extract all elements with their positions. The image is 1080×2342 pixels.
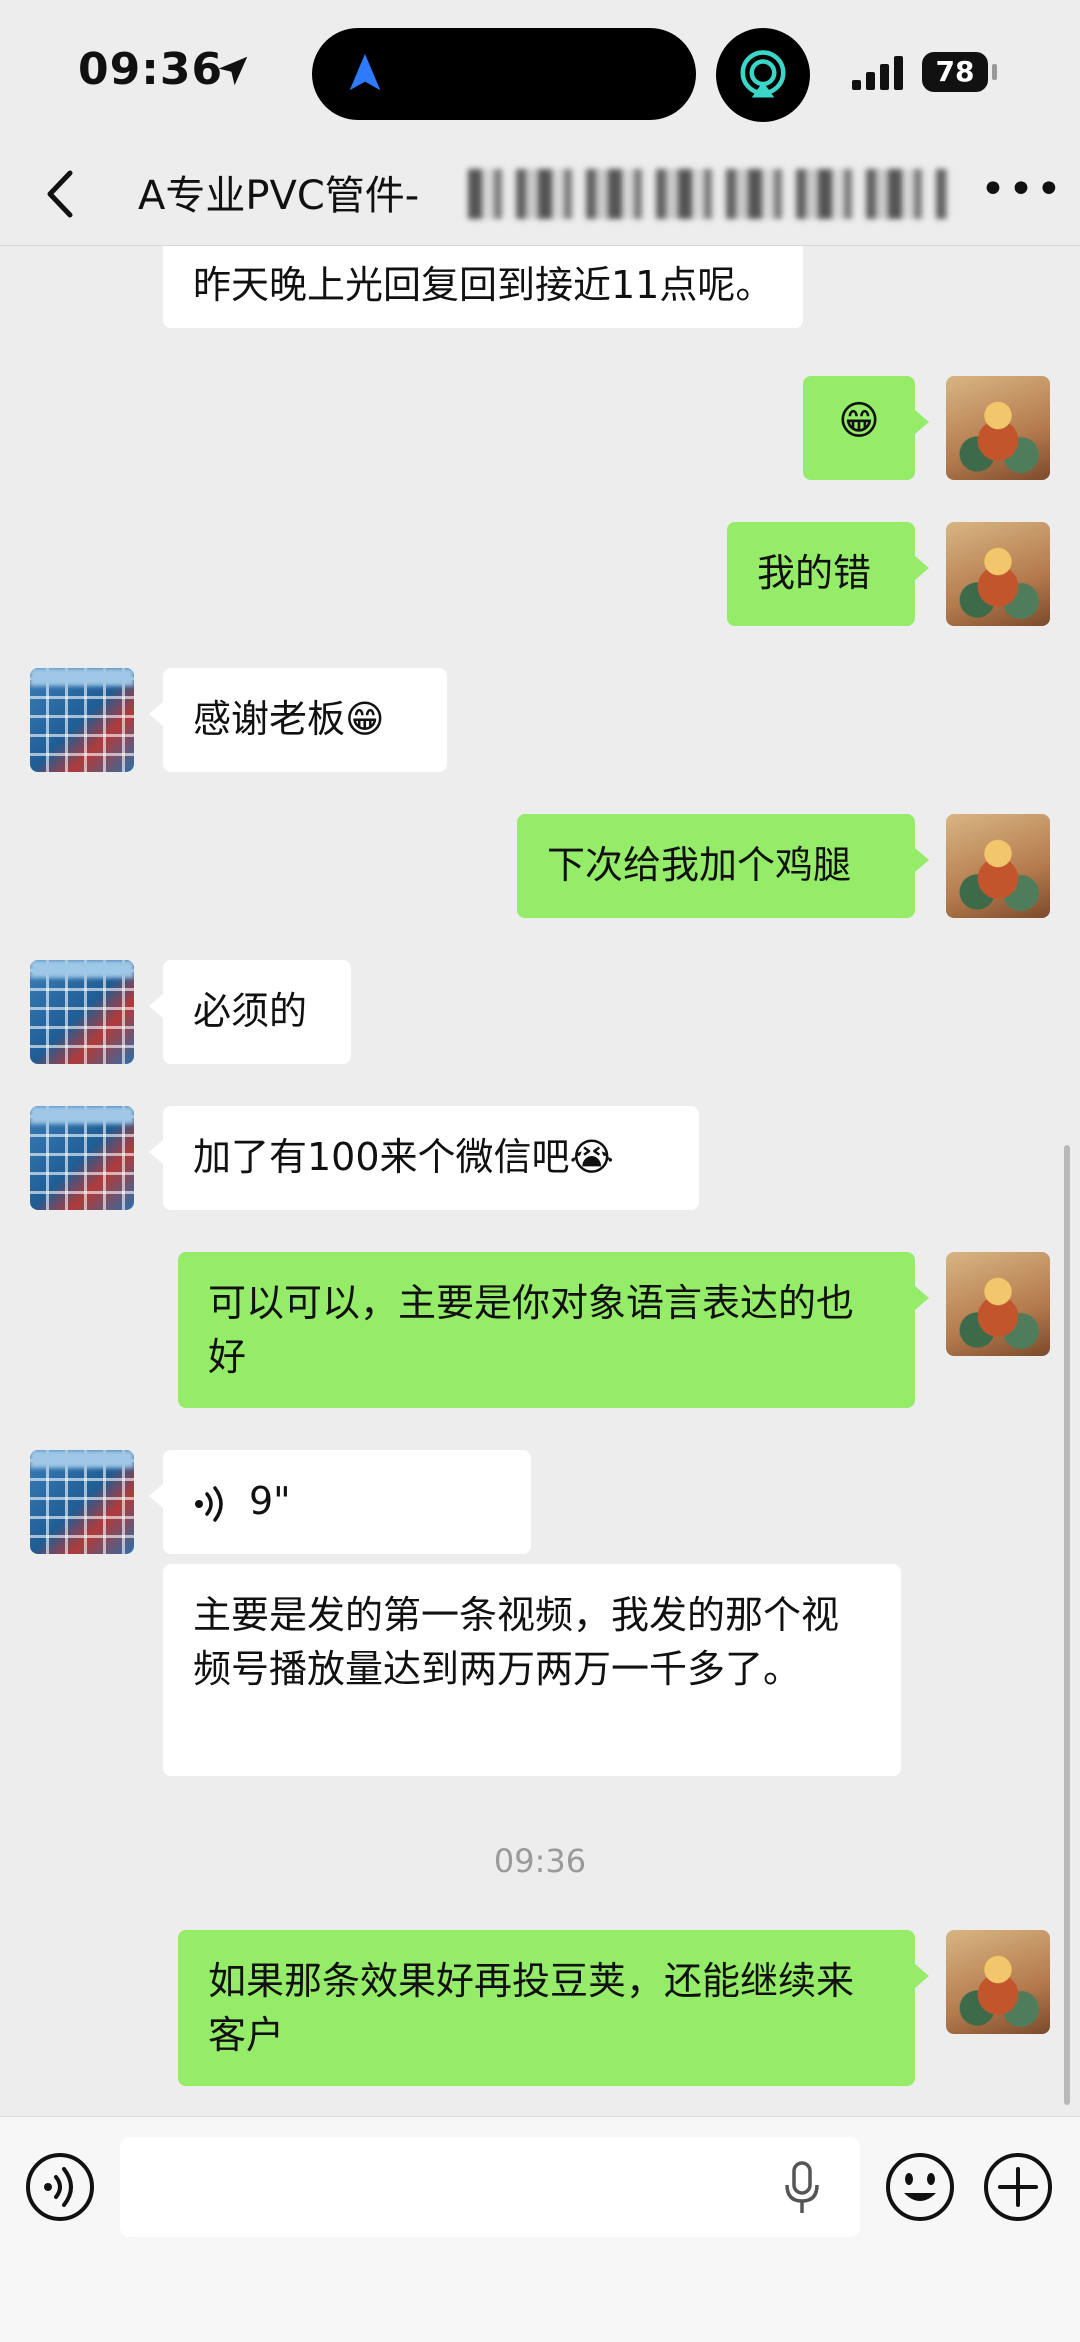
message-bubble-outgoing[interactable]: 😁 — [803, 376, 929, 480]
message-bubble-incoming[interactable]: 昨天晚上光回复回到接近11点呢。 — [163, 246, 804, 328]
status-time: 09:36 — [78, 44, 224, 95]
voice-input-toggle-icon[interactable] — [24, 2151, 96, 2223]
emoji-icon[interactable] — [884, 2151, 956, 2223]
contact-avatar[interactable] — [30, 1450, 134, 1554]
message-bubble-incoming[interactable]: 必须的 — [149, 960, 351, 1064]
message-text: 必须的 — [193, 989, 308, 1033]
message-bubble-outgoing[interactable]: 我的错 — [727, 522, 929, 626]
my-avatar[interactable] — [946, 1930, 1050, 2034]
contact-avatar[interactable] — [30, 1106, 134, 1210]
message-text: 主要是发的第一条视频，我发的那个视频号播放量达到两万两万一千多了。 — [193, 1593, 840, 1691]
contact-avatar[interactable] — [30, 668, 134, 772]
message-bubble-incoming[interactable]: 感谢老板😁 — [149, 668, 447, 772]
message-text: 感谢老板😁 — [193, 697, 385, 741]
battery-nub — [992, 64, 997, 80]
voice-duration: 9" — [249, 1479, 291, 1523]
message-text: 我的错 — [757, 551, 872, 595]
message-input[interactable] — [120, 2137, 860, 2237]
voice-message-bubble[interactable]: 9" — [149, 1450, 531, 1554]
message-list[interactable]: 昨天晚上光回复回到接近11点呢。 😁 我的错 感谢老板😁 下次给我加个鸡腿 必须… — [0, 246, 1080, 2116]
message-bubble-outgoing[interactable]: 下次给我加个鸡腿 — [517, 814, 929, 918]
dynamic-island — [312, 28, 696, 120]
navigation-icon — [349, 53, 381, 91]
cellular-signal-icon — [852, 56, 903, 90]
my-avatar[interactable] — [946, 522, 1050, 626]
message-bubble-incoming[interactable]: 主要是发的第一条视频，我发的那个视频号播放量达到两万两万一千多了。 — [163, 1564, 901, 1776]
message-text: 昨天晚上光回复回到接近11点呢。 — [193, 263, 774, 307]
scrollbar[interactable] — [1064, 1145, 1070, 2105]
redacted-title — [468, 169, 948, 219]
message-text: 如果那条效果好再投豆荚，还能继续来客户 — [208, 1959, 855, 2057]
more-options-button[interactable]: ••• — [980, 165, 1062, 225]
voice-wave-icon — [195, 1485, 223, 1522]
airplay-icon — [740, 50, 786, 98]
my-avatar[interactable] — [946, 376, 1050, 480]
airplay-indicator — [716, 28, 810, 122]
message-text: 可以可以，主要是你对象语言表达的也好 — [208, 1281, 855, 1379]
input-bar — [0, 2116, 1080, 2342]
microphone-icon[interactable] — [782, 2161, 822, 2215]
message-text: 😁 — [838, 398, 880, 444]
message-timestamp: 09:36 — [493, 1842, 587, 1880]
plus-icon[interactable] — [982, 2151, 1054, 2223]
message-bubble-outgoing[interactable]: 可以可以，主要是你对象语言表达的也好 — [178, 1252, 929, 1408]
my-avatar[interactable] — [946, 1252, 1050, 1356]
status-bar: 09:36 78 — [0, 0, 1080, 145]
message-text: 下次给我加个鸡腿 — [547, 843, 852, 887]
location-arrow-icon — [218, 56, 248, 86]
message-bubble-incoming[interactable]: 加了有100来个微信吧😭 — [149, 1106, 699, 1210]
battery-level: 78 — [922, 52, 988, 92]
back-button[interactable] — [28, 159, 98, 229]
contact-avatar[interactable] — [30, 960, 134, 1064]
message-bubble-outgoing[interactable]: 如果那条效果好再投豆荚，还能继续来客户 — [178, 1930, 929, 2086]
message-text: 加了有100来个微信吧😭 — [193, 1135, 614, 1179]
chat-title: A专业PVC管件- — [138, 173, 420, 219]
my-avatar[interactable] — [946, 814, 1050, 918]
chat-header: A专业PVC管件- ••• — [0, 145, 1080, 246]
